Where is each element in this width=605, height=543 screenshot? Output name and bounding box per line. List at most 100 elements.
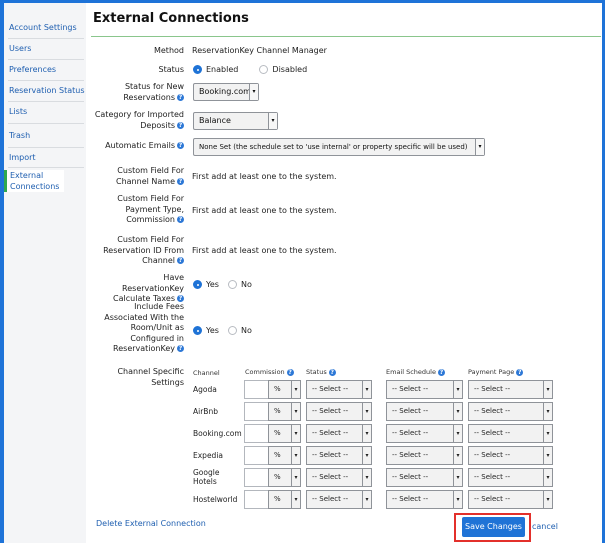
commission-type-select[interactable]: % ▾ [268,446,301,465]
chevron-down-icon: ▾ [362,425,371,442]
payment-page-select[interactable]: -- Select -- ▾ [468,380,553,399]
chevron-down-icon: ▾ [362,491,371,508]
sidebar-item-lists[interactable]: Lists [4,106,86,117]
status-select[interactable]: -- Select -- ▾ [306,490,372,509]
status-select[interactable]: -- Select -- ▾ [306,380,372,399]
commission-type-select[interactable]: % ▾ [268,424,301,443]
commission-type-select[interactable]: % ▾ [268,490,301,509]
cancel-link[interactable]: cancel [532,522,558,531]
payment-page-select[interactable]: -- Select -- ▾ [468,468,553,487]
include-fees-no-radio[interactable] [228,326,238,335]
include-fees-label: Include Fees Associated With the Room/Un… [104,302,184,353]
payment-page-select[interactable]: -- Select -- ▾ [468,490,553,509]
channel-settings-label: Channel Specific Settings [117,367,184,387]
sidebar-item-account-settings[interactable]: Account Settings [4,22,86,33]
chevron-down-icon: ▾ [453,403,462,420]
email-schedule-select[interactable]: -- Select -- ▾ [386,468,463,487]
page-title: External Connections [93,11,249,26]
category-deposits-select[interactable]: Balance ▾ [193,112,278,130]
cf-payment-value: First add at least one to the system. [192,206,337,215]
help-icon[interactable]: ? [516,368,524,376]
commission-input[interactable] [244,402,269,421]
help-icon[interactable]: ? [177,295,184,302]
help-icon[interactable]: ? [177,142,184,149]
help-icon[interactable]: ? [177,177,184,185]
automatic-emails-label: Automatic Emails? [105,141,184,150]
chevron-down-icon: ▾ [291,403,300,420]
column-header-email-schedule: Email Schedule? [386,368,445,376]
sidebar-item-users[interactable]: Users [4,43,86,54]
status-select[interactable]: -- Select -- ▾ [306,468,372,487]
status-disabled-radio[interactable] [259,65,269,74]
payment-page-select[interactable]: -- Select -- ▾ [468,424,553,443]
email-schedule-select[interactable]: -- Select -- ▾ [386,424,463,443]
payment-page-select[interactable]: -- Select -- ▾ [468,402,553,421]
include-fees-radio-group: Yes No [193,326,252,337]
chevron-down-icon: ▾ [291,491,300,508]
email-schedule-select[interactable]: -- Select -- ▾ [386,402,463,421]
category-deposits-label: Category for Imported Deposits? [94,110,184,130]
sidebar-item-preferences[interactable]: Preferences [4,64,86,75]
status-select[interactable]: -- Select -- ▾ [306,424,372,443]
commission-input[interactable] [244,468,269,487]
sidebar-item-external-connections[interactable]: External Connections [4,170,64,192]
chevron-down-icon: ▾ [475,139,484,155]
calc-taxes-yes-radio[interactable] [193,280,202,289]
automatic-emails-select[interactable]: None Set (the schedule set to 'use inter… [193,138,485,156]
commission-type-select[interactable]: % ▾ [268,402,301,421]
sidebar-divider [8,80,84,81]
chevron-down-icon: ▾ [543,491,552,508]
save-changes-button[interactable]: Save Changes [462,517,525,537]
include-fees-yes-radio[interactable] [193,326,202,335]
help-icon[interactable]: ? [328,368,336,376]
commission-input[interactable] [244,424,269,443]
sidebar-divider [8,101,84,102]
calc-taxes-label: Have ReservationKey Calculate Taxes? [113,273,184,303]
cf-reservation-id-value: First add at least one to the system. [192,246,337,255]
sidebar-divider [8,38,84,39]
sidebar-item-import[interactable]: Import [4,152,86,163]
status-select[interactable]: -- Select -- ▾ [306,402,372,421]
help-icon[interactable]: ? [437,368,445,376]
cf-channel-name-label: Custom Field For Channel Name? [116,166,184,186]
status-new-reservations-select[interactable]: Booking.com ▾ [193,83,259,101]
commission-input[interactable] [244,490,269,509]
window-top-border [0,0,605,3]
column-header-commission: Commission? [245,368,294,376]
commission-input[interactable] [244,446,269,465]
delete-connection-link[interactable]: Delete External Connection [96,519,206,528]
sidebar-item-reservation-status[interactable]: Reservation Status [4,85,86,96]
sidebar-item-trash[interactable]: Trash [4,130,86,141]
cf-channel-name-value: First add at least one to the system. [192,172,337,181]
status-enabled-radio[interactable] [193,65,202,74]
cf-payment-label: Custom Field For Payment Type, Commissio… [117,194,184,224]
column-header-channel: Channel [193,369,220,377]
commission-input[interactable] [244,380,269,399]
help-icon[interactable]: ? [177,121,184,129]
email-schedule-select[interactable]: -- Select -- ▾ [386,380,463,399]
calc-taxes-radio-group: Yes No [193,280,252,291]
chevron-down-icon: ▾ [543,469,552,486]
channel-name: Google Hotels [193,468,220,486]
email-schedule-select[interactable]: -- Select -- ▾ [386,446,463,465]
chevron-down-icon: ▾ [249,84,258,100]
status-select[interactable]: -- Select -- ▾ [306,446,372,465]
sidebar-divider [8,167,84,168]
commission-type-select[interactable]: % ▾ [268,468,301,487]
cf-reservation-id-label: Custom Field For Reservation ID From Cha… [103,235,184,265]
channel-name: Booking.com [193,429,242,438]
payment-page-select[interactable]: -- Select -- ▾ [468,446,553,465]
sidebar-divider [8,147,84,148]
sidebar-divider [8,123,84,124]
help-icon[interactable]: ? [177,257,184,264]
status-new-reservations-label: Status for New Reservations? [123,82,184,102]
help-icon[interactable]: ? [177,345,184,352]
commission-type-select[interactable]: % ▾ [268,380,301,399]
chevron-down-icon: ▾ [453,425,462,442]
help-icon[interactable]: ? [177,216,184,223]
help-icon[interactable]: ? [286,368,294,376]
help-icon[interactable]: ? [177,93,184,101]
calc-taxes-no-radio[interactable] [228,280,238,289]
chevron-down-icon: ▾ [362,403,371,420]
email-schedule-select[interactable]: -- Select -- ▾ [386,490,463,509]
